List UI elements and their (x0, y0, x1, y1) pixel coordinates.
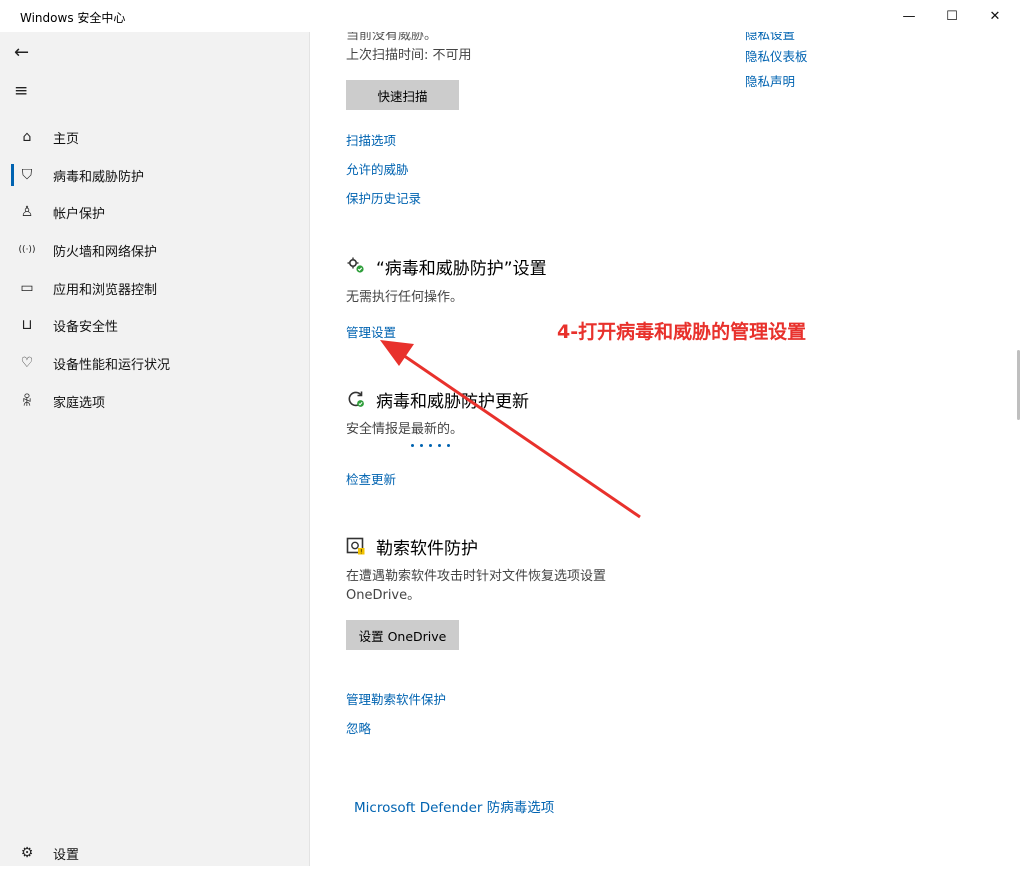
sidebar-item-label: 家庭选项 (53, 395, 106, 411)
sidebar-item-label: 设备安全性 (53, 319, 119, 335)
home-icon: ⌂ (22, 129, 32, 145)
settings-gear-icon (347, 257, 364, 273)
refresh-update-icon (348, 391, 364, 407)
manage-ransomware-protection-link[interactable]: 管理勒索软件保护 (346, 689, 446, 708)
privacy-statement-link[interactable]: 隐私声明 (745, 71, 795, 90)
family-icon: ꆜ (21, 394, 33, 410)
protection-history-link[interactable]: 保护历史记录 (346, 188, 421, 207)
sidebar: ← ≡ ⌂ 主页 ⛉ 病毒和威胁防护 ♙ 帐户保护 ((·)) 防火墙和网络保护… (0, 32, 310, 866)
scan-options-link[interactable]: 扫描选项 (346, 130, 396, 149)
sidebar-item-virus-protection[interactable]: ⛉ 病毒和威胁防护 (0, 157, 309, 193)
last-scan-text: 上次扫描时间: 不可用 (346, 48, 472, 63)
laptop-icon: ⊔ (21, 317, 33, 333)
svg-text:!: ! (360, 549, 362, 556)
update-section-desc: 安全情报是最新的。 (346, 422, 464, 437)
allowed-threats-link[interactable]: 允许的威胁 (346, 159, 409, 178)
hamburger-menu-icon[interactable]: ≡ (14, 80, 42, 104)
threat-status-text: 当前没有威胁。 (346, 32, 438, 43)
ransomware-desc-line1: 在遭遇勒索软件攻击时针对文件恢复选项设置 (346, 569, 607, 584)
sidebar-item-label: 应用和浏览器控制 (53, 282, 158, 298)
sidebar-item-device-performance[interactable]: ♡ 设备性能和运行状况 (0, 345, 309, 381)
app-title: Windows 安全中心 (20, 11, 126, 25)
scrollbar[interactable] (1014, 32, 1024, 866)
sidebar-item-label: 设备性能和运行状况 (53, 357, 171, 373)
close-button[interactable]: ✕ (972, 0, 1018, 32)
setup-onedrive-button[interactable]: 设置 OneDrive (346, 620, 459, 650)
sidebar-item-home[interactable]: ⌂ 主页 (0, 119, 309, 155)
manage-settings-link[interactable]: 管理设置 (346, 322, 396, 341)
ransomware-folder-icon: ! (346, 537, 365, 556)
quick-scan-button[interactable]: 快速扫描 (346, 80, 459, 110)
minimize-button[interactable]: — (886, 0, 932, 32)
back-arrow-icon[interactable]: ← (14, 42, 42, 66)
scrollbar-thumb[interactable] (1017, 350, 1020, 420)
browser-window-icon: ▭ (20, 280, 34, 296)
heart-icon: ♡ (20, 355, 34, 371)
annotation-text: 4-打开病毒和威胁的管理设置 (557, 321, 807, 343)
sidebar-item-label: 防火墙和网络保护 (53, 244, 158, 260)
privacy-settings-link[interactable]: 隐私设置 (745, 32, 795, 43)
ransomware-section-title: 勒索软件防护 (376, 539, 478, 559)
dismiss-link[interactable]: 忽略 (346, 718, 371, 737)
sidebar-item-label: 帐户保护 (53, 206, 106, 222)
privacy-dashboard-link[interactable]: 隐私仪表板 (745, 46, 808, 65)
sidebar-item-family-options[interactable]: ꆜ 家庭选项 (0, 383, 309, 419)
shield-icon: ⛉ (21, 167, 33, 183)
title-bar: Windows 安全中心 — ☐ ✕ (0, 0, 1024, 32)
maximize-button[interactable]: ☐ (929, 0, 975, 32)
main-content: 当前没有威胁。 上次扫描时间: 不可用 快速扫描 扫描选项 允许的威胁 保护历史… (310, 32, 1014, 866)
sidebar-item-app-browser-control[interactable]: ▭ 应用和浏览器控制 (0, 270, 309, 306)
sidebar-item-account-protection[interactable]: ♙ 帐户保护 (0, 194, 309, 230)
sidebar-item-label: 设置 (53, 847, 80, 863)
sidebar-item-device-security[interactable]: ⊔ 设备安全性 (0, 307, 309, 343)
defender-options-link[interactable]: Microsoft Defender 防病毒选项 (354, 796, 554, 816)
person-icon: ♙ (20, 204, 34, 220)
wifi-icon: ((·)) (18, 245, 36, 255)
sidebar-item-label: 主页 (53, 131, 80, 147)
update-section-title: 病毒和威胁防护更新 (376, 392, 529, 412)
loading-dots (411, 444, 450, 447)
gear-icon: ⚙ (20, 845, 34, 861)
sidebar-item-firewall[interactable]: ((·)) 防火墙和网络保护 (0, 232, 309, 268)
settings-section-title: “病毒和威胁防护”设置 (376, 259, 547, 279)
settings-section-desc: 无需执行任何操作。 (346, 290, 464, 305)
ransomware-desc-line2: OneDrive。 (346, 588, 421, 603)
check-updates-link[interactable]: 检查更新 (346, 469, 396, 488)
sidebar-item-label: 病毒和威胁防护 (53, 169, 145, 185)
